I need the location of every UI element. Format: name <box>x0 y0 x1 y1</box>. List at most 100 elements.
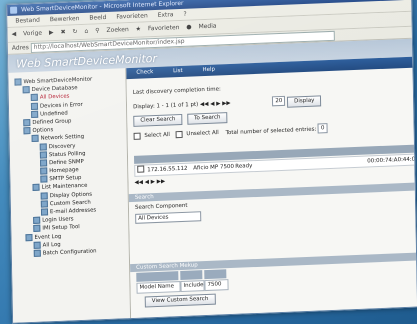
search-component-label: Search Component <box>134 202 188 211</box>
menu-file[interactable]: Bestand <box>15 17 40 25</box>
page-icon <box>33 241 41 249</box>
last-page-icon[interactable]: ▶▶ <box>222 101 231 107</box>
sidebar-item-label: IMI Setup Tool <box>42 224 80 232</box>
custom-operator[interactable]: Include <box>180 280 205 293</box>
unselect-all-checkbox[interactable] <box>175 130 183 138</box>
page-icon <box>33 249 41 257</box>
to-search-button[interactable]: To Search <box>186 112 228 125</box>
stop-icon[interactable]: ✖ <box>60 29 65 36</box>
sidebar-item-label: All Log <box>42 241 61 249</box>
custom-value[interactable]: 7500 <box>204 279 229 292</box>
sidebar-item-label: Define SNMP <box>49 158 84 167</box>
page-icon <box>40 167 48 175</box>
favorites-icon[interactable]: ★ <box>136 26 142 33</box>
folder-icon <box>14 78 22 86</box>
browser-window: Web SmartDeviceMonitor - Microsoft Inter… <box>6 0 417 324</box>
sidebar-item-label: Discovery <box>48 142 76 150</box>
folder-icon <box>22 86 30 94</box>
next-page-icon[interactable]: ▶ <box>216 101 220 107</box>
menu-tools[interactable]: Extra <box>158 11 174 19</box>
view-custom-row: View Custom Search <box>144 293 219 308</box>
row-ip[interactable]: 172.16.55.112 <box>147 164 187 176</box>
display-row: Display: 1 - 1 (1 of 1 pt) ◀◀ ◀ ▶ ▶▶ 20 … <box>133 94 325 113</box>
prev-page-icon[interactable]: ◀ <box>210 101 214 107</box>
nav-tree: Web SmartDeviceMonitor Device Database All… <box>8 68 129 259</box>
nav-help[interactable]: Help <box>202 67 215 74</box>
bottom-pager: ◀◀ ◀ ▶ ▶▶ <box>134 179 165 186</box>
page-icon <box>40 159 48 167</box>
page-icon <box>33 216 41 225</box>
select-all-checkbox[interactable] <box>133 132 141 140</box>
custom-field[interactable]: Model Name <box>136 281 181 294</box>
sidebar: Web SmartDeviceMonitor Device Database All… <box>8 68 132 323</box>
sidebar-item-label: Devices in Error <box>39 101 83 110</box>
browser-icon <box>10 6 18 14</box>
row-status: Ready <box>235 163 253 170</box>
sidebar-item-label: Network Setting <box>40 134 85 142</box>
folder-icon <box>25 233 33 241</box>
folder-icon <box>23 118 31 127</box>
menu-view[interactable]: Beeld <box>89 14 106 22</box>
page-icon <box>39 142 47 151</box>
sidebar-item-label: SMTP Setup <box>49 175 82 183</box>
sidebar-item-label: Options <box>32 127 54 135</box>
nav-check[interactable]: Check <box>136 69 153 76</box>
total-selected-label: Total number of selected entries: <box>225 126 317 136</box>
custom-search-header: Custom Search Mekup <box>130 252 417 273</box>
sidebar-item-label: Display Options <box>49 191 93 199</box>
row-checkbox[interactable] <box>137 165 145 173</box>
search-component-select[interactable]: All Devices <box>135 211 202 224</box>
page-icon <box>31 135 39 143</box>
page-icon <box>31 110 39 118</box>
search-icon[interactable]: ⚲ <box>95 27 100 34</box>
custom-col-2 <box>180 270 203 281</box>
menu-favorites[interactable]: Favorieten <box>116 12 148 20</box>
first-page-icon[interactable]: ◀◀ <box>200 101 209 107</box>
refresh-icon[interactable]: ↻ <box>72 28 77 35</box>
select-row: Select All Unselect All Total number of … <box>133 123 328 141</box>
page-icon <box>40 175 48 183</box>
media-button[interactable]: Media <box>198 23 216 31</box>
nav-list[interactable]: List <box>173 68 183 74</box>
total-selected-field: 0 <box>317 123 328 134</box>
next-page-icon-bottom[interactable]: ▶ <box>151 179 155 185</box>
sidebar-item-label: Homepage <box>49 167 79 175</box>
menu-edit[interactable]: Bewerken <box>50 15 80 23</box>
first-page-icon-bottom[interactable]: ◀◀ <box>134 180 143 186</box>
sidebar-item-label: Status Polling <box>48 150 86 158</box>
page-icon <box>30 102 39 110</box>
row-mac: 00:00:74:A0:44:00 <box>367 156 417 165</box>
custom-col-3 <box>204 269 227 280</box>
back-button[interactable]: Vorige <box>23 30 42 38</box>
display-range: 1 - 1 (1 of 1 pt) <box>156 101 199 110</box>
favorites-button[interactable]: Favorieten <box>148 24 180 32</box>
menu-help[interactable]: ? <box>183 11 186 18</box>
unselect-all-label[interactable]: Unselect All <box>186 130 219 137</box>
home-icon[interactable]: ⌂ <box>84 28 88 35</box>
row-model: Aficio MP 7500 <box>193 163 235 172</box>
last-page-icon-bottom[interactable]: ▶▶ <box>157 179 166 185</box>
clear-search-button[interactable]: Clear Search <box>133 113 183 127</box>
address-label: Adres <box>11 44 29 52</box>
folder-icon <box>23 127 31 135</box>
sidebar-item-label: Batch Configuration <box>42 248 97 257</box>
discovery-time: Last discovery completion time: <box>132 86 221 96</box>
search-button[interactable]: Zoeken <box>106 26 128 34</box>
display-button[interactable]: Display <box>287 94 322 108</box>
display-label: Display: <box>133 103 155 111</box>
main-panel: Check List Help Last discovery completio… <box>126 56 417 319</box>
forward-icon[interactable]: ▶ <box>49 29 54 36</box>
per-page-select[interactable]: 20 <box>272 95 286 107</box>
search-component-row: All Devices <box>135 211 202 224</box>
sidebar-item-label: E-mail Addresses <box>49 207 97 216</box>
prev-page-icon-bottom[interactable]: ◀ <box>145 179 149 185</box>
page-icon <box>32 184 40 192</box>
select-all-label[interactable]: Select All <box>144 132 170 139</box>
content-area: Web SmartDeviceMonitor Device Database All… <box>8 56 417 323</box>
sidebar-item-label: Event Log <box>34 233 62 241</box>
media-icon[interactable]: ● <box>186 24 191 31</box>
back-icon[interactable]: ◀ <box>12 31 17 38</box>
view-custom-search-button[interactable]: View Custom Search <box>144 293 216 308</box>
sidebar-item-label: Login Users <box>42 216 74 224</box>
page-icon <box>39 151 47 159</box>
